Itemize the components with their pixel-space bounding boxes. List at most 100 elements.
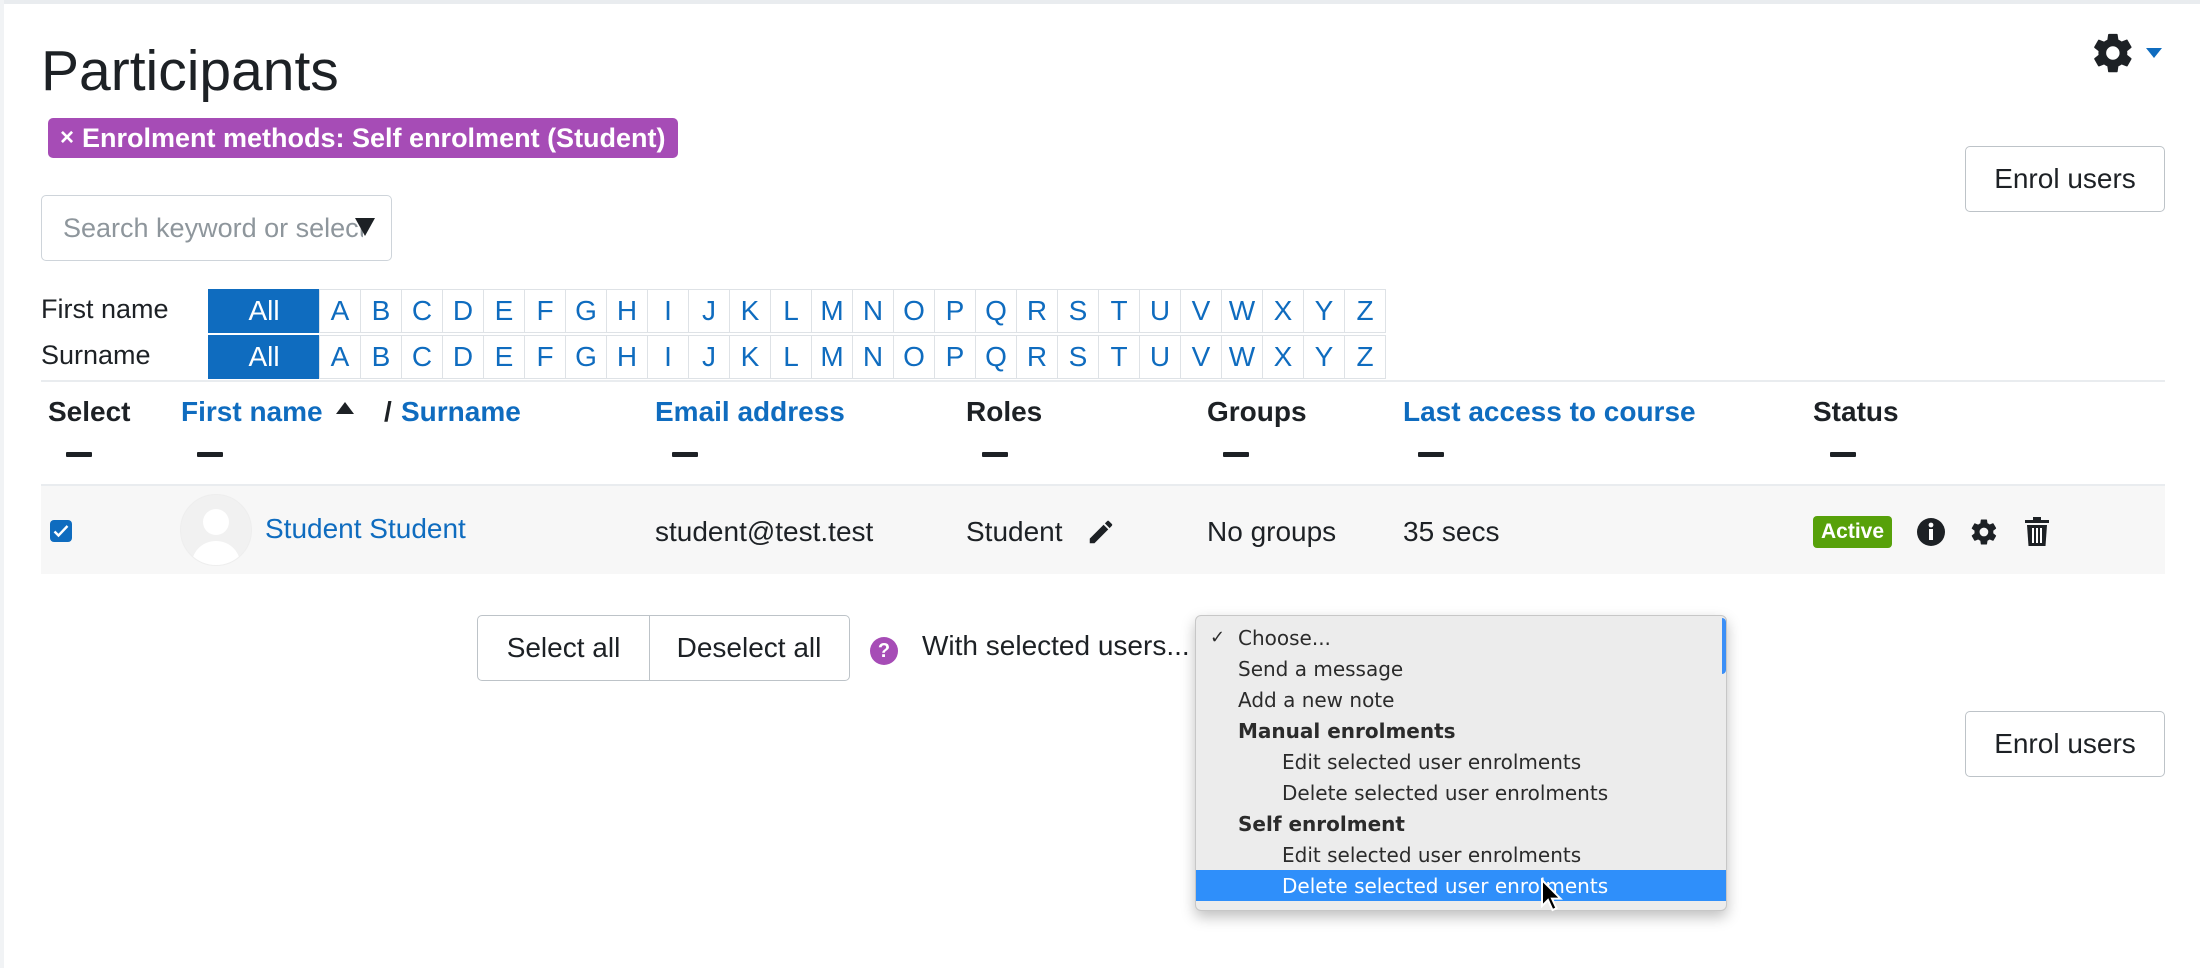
dropdown-option[interactable]: Edit selected user enrolments <box>1196 746 1726 777</box>
surname-initial-q[interactable]: Q <box>975 335 1017 379</box>
first-initial-i[interactable]: I <box>647 289 689 333</box>
header-select: Select <box>48 396 131 427</box>
deselect-all-button[interactable]: Deselect all <box>648 615 850 681</box>
first-initial-h[interactable]: H <box>606 289 648 333</box>
surname-initial-n[interactable]: N <box>852 335 894 379</box>
surname-initial-f[interactable]: F <box>524 335 566 379</box>
collapse-name-column[interactable] <box>197 452 223 457</box>
surname-initial-z[interactable]: Z <box>1344 335 1386 379</box>
search-input[interactable] <box>42 211 365 245</box>
first-initial-f[interactable]: F <box>524 289 566 333</box>
first-initial-r[interactable]: R <box>1016 289 1058 333</box>
first-initial-p[interactable]: P <box>934 289 976 333</box>
dropdown-group-label: Manual enrolments <box>1196 715 1726 746</box>
search-dropdown-caret-icon[interactable] <box>355 218 375 236</box>
first-initial-b[interactable]: B <box>360 289 402 333</box>
surname-initial-h[interactable]: H <box>606 335 648 379</box>
surname-initial-e[interactable]: E <box>483 335 525 379</box>
dropdown-option[interactable]: Delete selected user enrolments <box>1196 870 1726 901</box>
first-initial-l[interactable]: L <box>770 289 812 333</box>
first-initial-w[interactable]: W <box>1221 289 1263 333</box>
surname-initial-all[interactable]: All <box>208 335 320 379</box>
first-initial-z[interactable]: Z <box>1344 289 1386 333</box>
surname-initial-b[interactable]: B <box>360 335 402 379</box>
first-initial-a[interactable]: A <box>319 289 361 333</box>
first-initial-s[interactable]: S <box>1057 289 1099 333</box>
enrol-users-button-top[interactable]: Enrol users <box>1965 146 2165 212</box>
surname-initial-k[interactable]: K <box>729 335 771 379</box>
status-badge: Active <box>1813 516 1893 548</box>
dropdown-option-label: Choose... <box>1238 625 1331 650</box>
first-initial-g[interactable]: G <box>565 289 607 333</box>
surname-initial-w[interactable]: W <box>1221 335 1263 379</box>
first-initial-n[interactable]: N <box>852 289 894 333</box>
collapse-last-access-column[interactable] <box>1418 452 1444 457</box>
search-filter-box[interactable] <box>41 195 392 261</box>
dropdown-group-label: Self enrolment <box>1196 808 1726 839</box>
surname-initial-o[interactable]: O <box>893 335 935 379</box>
header-email[interactable]: Email address <box>655 396 845 428</box>
surname-initial-g[interactable]: G <box>565 335 607 379</box>
first-initial-j[interactable]: J <box>688 289 730 333</box>
surname-initials-bar: All A B C D E F G H I J K L M N O P Q R S T U V W X Y Z <box>208 335 1386 379</box>
surname-initial-u[interactable]: U <box>1139 335 1181 379</box>
surname-initial-d[interactable]: D <box>442 335 484 379</box>
first-initial-o[interactable]: O <box>893 289 935 333</box>
surname-initial-l[interactable]: L <box>770 335 812 379</box>
collapse-roles-column[interactable] <box>982 452 1008 457</box>
first-initial-v[interactable]: V <box>1180 289 1222 333</box>
first-initial-all[interactable]: All <box>208 289 320 333</box>
surname-initial-m[interactable]: M <box>811 335 853 379</box>
first-initial-u[interactable]: U <box>1139 289 1181 333</box>
filter-badge[interactable]: × Enrolment methods: Self enrolment (Stu… <box>48 118 678 158</box>
header-surname[interactable]: Surname <box>401 396 521 428</box>
surname-initial-a[interactable]: A <box>319 335 361 379</box>
remove-filter-icon[interactable]: × <box>60 124 74 152</box>
header-groups: Groups <box>1207 396 1307 427</box>
select-all-button[interactable]: Select all <box>477 615 650 681</box>
first-initial-c[interactable]: C <box>401 289 443 333</box>
pencil-icon[interactable] <box>1086 517 1116 547</box>
surname-initial-s[interactable]: S <box>1057 335 1099 379</box>
surname-initial-v[interactable]: V <box>1180 335 1222 379</box>
dropdown-option[interactable]: Add a new note <box>1196 684 1726 715</box>
surname-initial-y[interactable]: Y <box>1303 335 1345 379</box>
row-select-checkbox[interactable] <box>50 520 72 542</box>
dropdown-option[interactable]: ✓ Choose... <box>1196 622 1726 653</box>
with-selected-users-dropdown[interactable]: ✓ Choose... Send a message Add a new note Ma… <box>1195 615 1727 911</box>
info-icon[interactable] <box>1916 517 1946 547</box>
surname-initial-i[interactable]: I <box>647 335 689 379</box>
dropdown-option-label: Send a message <box>1238 656 1404 681</box>
surname-initial-r[interactable]: R <box>1016 335 1058 379</box>
first-initial-t[interactable]: T <box>1098 289 1140 333</box>
surname-initial-j[interactable]: J <box>688 335 730 379</box>
page-actions-menu[interactable] <box>2090 30 2162 76</box>
collapse-select-column[interactable] <box>66 452 92 457</box>
first-initial-x[interactable]: X <box>1262 289 1304 333</box>
collapse-email-column[interactable] <box>672 452 698 457</box>
first-initial-m[interactable]: M <box>811 289 853 333</box>
collapse-status-column[interactable] <box>1830 452 1856 457</box>
surname-initial-c[interactable]: C <box>401 335 443 379</box>
user-role: Student <box>966 516 1063 547</box>
dropdown-option[interactable]: Edit selected user enrolments <box>1196 839 1726 870</box>
first-initial-d[interactable]: D <box>442 289 484 333</box>
header-first-name[interactable]: First name <box>181 396 323 428</box>
surname-initial-t[interactable]: T <box>1098 335 1140 379</box>
cog-icon[interactable] <box>1969 517 1999 547</box>
first-initial-y[interactable]: Y <box>1303 289 1345 333</box>
user-last-access: 35 secs <box>1403 516 1500 547</box>
first-initial-q[interactable]: Q <box>975 289 1017 333</box>
surname-initial-p[interactable]: P <box>934 335 976 379</box>
collapse-groups-column[interactable] <box>1223 452 1249 457</box>
first-initial-k[interactable]: K <box>729 289 771 333</box>
enrol-users-button-bottom[interactable]: Enrol users <box>1965 711 2165 777</box>
header-last-access[interactable]: Last access to course <box>1403 396 1696 428</box>
dropdown-option[interactable]: Send a message <box>1196 653 1726 684</box>
dropdown-option[interactable]: Delete selected user enrolments <box>1196 777 1726 808</box>
surname-initial-x[interactable]: X <box>1262 335 1304 379</box>
trash-icon[interactable] <box>2024 517 2050 547</box>
first-initial-e[interactable]: E <box>483 289 525 333</box>
user-name-link[interactable]: Student Student <box>265 513 466 545</box>
help-icon[interactable]: ? <box>870 637 898 665</box>
